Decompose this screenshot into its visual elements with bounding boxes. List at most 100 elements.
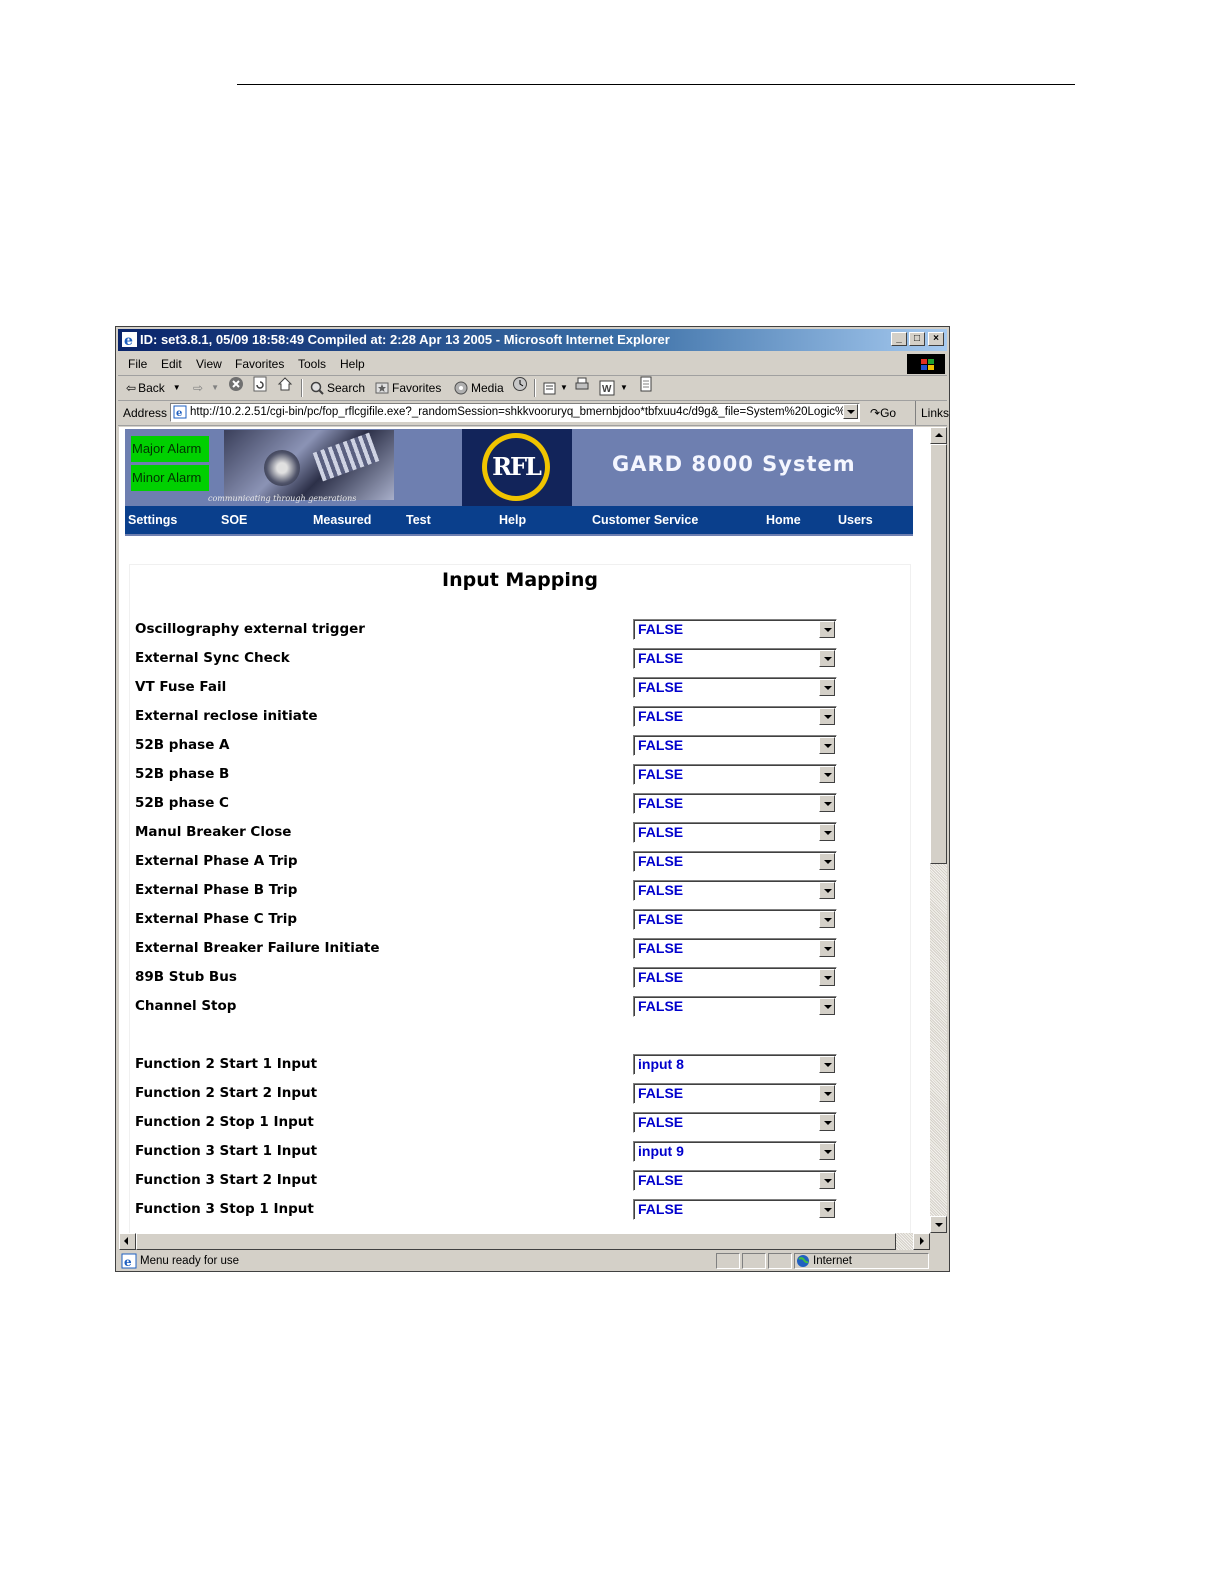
history-button[interactable] xyxy=(512,376,528,392)
mail-button[interactable]: ▼ xyxy=(542,376,568,400)
nav-help[interactable]: Help xyxy=(499,506,526,534)
nav-users[interactable]: Users xyxy=(838,506,873,534)
mapping-select[interactable]: FALSE xyxy=(633,967,837,988)
mapping-select[interactable]: FALSE xyxy=(633,677,837,698)
address-dropdown-button[interactable] xyxy=(843,404,858,419)
scroll-left-button[interactable] xyxy=(119,1233,136,1250)
edit-button[interactable]: W ▼ xyxy=(599,376,628,400)
mapping-select[interactable]: FALSE xyxy=(633,648,837,669)
mapping-select[interactable]: FALSE xyxy=(633,851,837,872)
dropdown-button[interactable] xyxy=(819,766,835,783)
horizontal-scrollbar[interactable] xyxy=(119,1233,930,1250)
chevron-right-icon xyxy=(920,1237,924,1245)
favorites-button[interactable]: Favorites xyxy=(374,376,441,400)
dropdown-button[interactable] xyxy=(819,650,835,667)
dropdown-button[interactable] xyxy=(819,708,835,725)
menu-favorites[interactable]: Favorites xyxy=(235,353,284,375)
search-label: Search xyxy=(327,381,366,395)
mapping-select[interactable]: input 8 xyxy=(633,1054,837,1075)
nav-soe[interactable]: SOE xyxy=(221,506,247,534)
print-button[interactable] xyxy=(574,376,590,392)
mapping-select[interactable]: input 9 xyxy=(633,1141,837,1162)
vertical-scrollbar[interactable] xyxy=(930,427,947,1233)
dropdown-button[interactable] xyxy=(819,853,835,870)
mapping-select[interactable]: FALSE xyxy=(633,793,837,814)
mapping-select[interactable]: FALSE xyxy=(633,735,837,756)
row-label: 89B Stub Bus xyxy=(135,969,237,985)
satellite-orb xyxy=(264,450,300,486)
dropdown-button[interactable] xyxy=(819,679,835,696)
dropdown-button[interactable] xyxy=(819,998,835,1015)
major-alarm-indicator: Major Alarm xyxy=(131,436,209,462)
mapping-select[interactable]: FALSE xyxy=(633,909,837,930)
dropdown-button[interactable] xyxy=(819,940,835,957)
chevron-down-icon xyxy=(824,657,832,661)
scroll-up-button[interactable] xyxy=(930,427,947,444)
dropdown-button[interactable] xyxy=(819,621,835,638)
back-button[interactable]: ⇦ Back ▼ xyxy=(126,376,181,400)
mapping-select[interactable]: FALSE xyxy=(633,1199,837,1220)
links-button[interactable]: Links xyxy=(915,401,949,425)
discuss-button[interactable] xyxy=(638,376,654,392)
dropdown-button[interactable] xyxy=(819,1056,835,1073)
mapping-select[interactable]: FALSE xyxy=(633,880,837,901)
chevron-down-icon xyxy=(824,715,832,719)
mapping-select[interactable]: FALSE xyxy=(633,1083,837,1104)
mapping-select[interactable]: FALSE xyxy=(633,619,837,640)
mapping-select[interactable]: FALSE xyxy=(633,996,837,1017)
nav-settings[interactable]: Settings xyxy=(128,506,177,534)
scroll-down-button[interactable] xyxy=(930,1216,947,1233)
media-button[interactable]: Media xyxy=(453,376,504,400)
window-title: ID: set3.8.1, 05/09 18:58:49 Compiled at… xyxy=(140,332,670,347)
word-icon: W xyxy=(599,380,615,396)
row-label: External Phase A Trip xyxy=(135,853,298,869)
minimize-button[interactable]: _ xyxy=(891,332,907,346)
status-cell xyxy=(768,1253,792,1269)
forward-button[interactable]: ⇨ ▼ xyxy=(193,376,219,400)
nav-measured[interactable]: Measured xyxy=(313,506,371,534)
dropdown-button[interactable] xyxy=(819,1143,835,1160)
chevron-down-icon xyxy=(824,947,832,951)
dropdown-button[interactable] xyxy=(819,969,835,986)
dropdown-button[interactable] xyxy=(819,1201,835,1218)
menu-tools[interactable]: Tools xyxy=(298,353,326,375)
maximize-button[interactable]: □ xyxy=(909,332,925,346)
mapping-select[interactable]: FALSE xyxy=(633,1170,837,1191)
scroll-thumb[interactable] xyxy=(930,444,947,864)
mapping-select[interactable]: FALSE xyxy=(633,1112,837,1133)
menu-edit[interactable]: Edit xyxy=(161,353,182,375)
dropdown-button[interactable] xyxy=(819,795,835,812)
address-input[interactable]: e http://10.2.2.51/cgi-bin/pc/fop_rflcgi… xyxy=(170,403,860,422)
refresh-button[interactable] xyxy=(252,376,268,392)
dropdown-button[interactable] xyxy=(819,1085,835,1102)
horizontal-scroll-thumb[interactable] xyxy=(136,1233,896,1250)
select-value: FALSE xyxy=(638,1201,684,1217)
menu-view[interactable]: View xyxy=(196,353,222,375)
zone-label: Internet xyxy=(813,1255,852,1267)
solar-panel xyxy=(312,432,380,482)
dropdown-button[interactable] xyxy=(819,911,835,928)
dropdown-button[interactable] xyxy=(819,1172,835,1189)
favorites-label: Favorites xyxy=(392,381,442,395)
nav-test[interactable]: Test xyxy=(406,506,431,534)
mapping-select[interactable]: FALSE xyxy=(633,822,837,843)
menu-help[interactable]: Help xyxy=(340,353,365,375)
dropdown-button[interactable] xyxy=(819,737,835,754)
stop-button[interactable] xyxy=(228,376,244,392)
nav-home[interactable]: Home xyxy=(766,506,801,534)
mapping-select[interactable]: FALSE xyxy=(633,764,837,785)
home-button[interactable] xyxy=(277,376,293,392)
mapping-select[interactable]: FALSE xyxy=(633,938,837,959)
dropdown-button[interactable] xyxy=(819,1114,835,1131)
nav-customer-service[interactable]: Customer Service xyxy=(592,506,698,534)
close-button[interactable]: × xyxy=(928,332,944,346)
search-button[interactable]: Search xyxy=(309,376,365,400)
select-value: FALSE xyxy=(638,824,684,840)
mapping-select[interactable]: FALSE xyxy=(633,706,837,727)
dropdown-button[interactable] xyxy=(819,824,835,841)
dropdown-button[interactable] xyxy=(819,882,835,899)
menu-file[interactable]: File xyxy=(128,353,147,375)
go-button[interactable]: ↷Go xyxy=(870,401,896,425)
select-value: FALSE xyxy=(638,969,684,985)
scroll-right-button[interactable] xyxy=(913,1233,930,1250)
